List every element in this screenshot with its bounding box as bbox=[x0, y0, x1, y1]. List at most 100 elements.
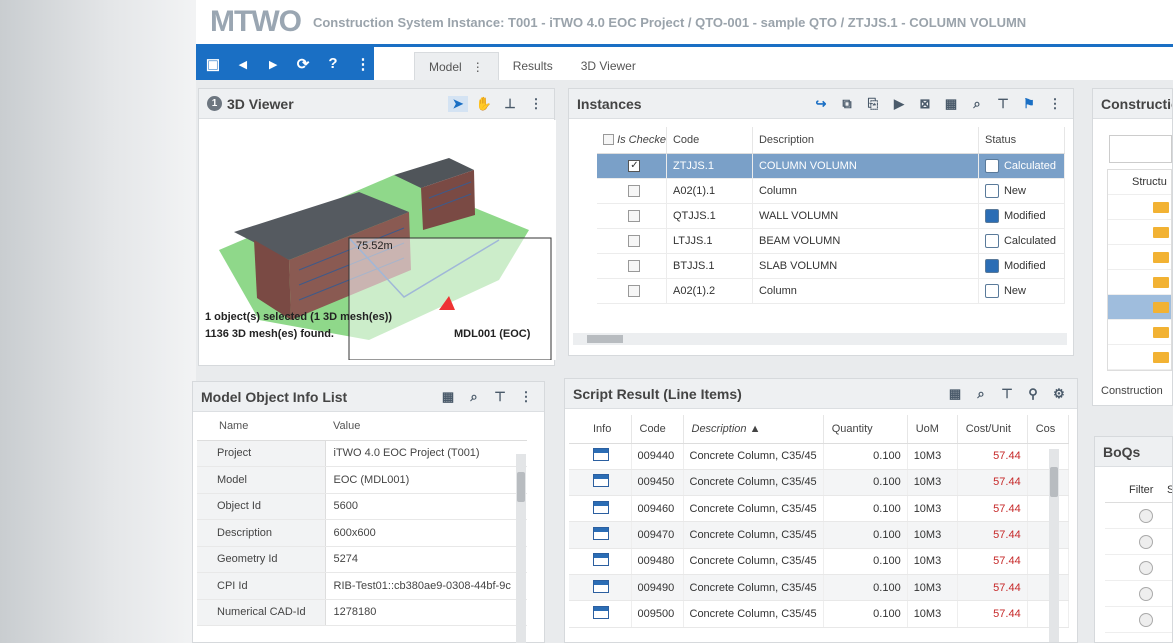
flag-icon[interactable]: ⚑ bbox=[1019, 96, 1039, 112]
filter-radio[interactable] bbox=[1139, 509, 1153, 523]
table-row[interactable]: QTJJS.1 WALL VOLUMN Modified bbox=[597, 203, 1066, 229]
line-item-info-icon[interactable] bbox=[593, 605, 609, 619]
line-item-info-icon[interactable] bbox=[593, 553, 609, 567]
pointer-icon[interactable]: ➤ bbox=[448, 95, 468, 112]
prev-icon[interactable]: ◂ bbox=[232, 55, 254, 73]
tree-row[interactable] bbox=[1108, 195, 1171, 220]
table-row[interactable]: Geometry Id 5274 bbox=[197, 546, 527, 573]
column-header-checked[interactable]: Is Checke bbox=[597, 127, 667, 154]
vertical-scrollbar[interactable] bbox=[516, 454, 526, 643]
table-row[interactable]: Description 600x600 bbox=[197, 519, 527, 547]
table-row[interactable]: Object Id 5600 bbox=[197, 493, 527, 520]
table-row[interactable]: A02(1).2 Column New bbox=[597, 278, 1066, 304]
paste-icon[interactable]: ⎘ bbox=[863, 96, 883, 112]
column-header-cost-unit[interactable]: Cost/Unit bbox=[957, 415, 1028, 444]
row-checkbox[interactable] bbox=[628, 184, 641, 197]
table-row[interactable]: BTJJS.1 SLAB VOLUMN Modified bbox=[597, 253, 1066, 279]
list-item[interactable] bbox=[1105, 529, 1172, 555]
row-checkbox[interactable] bbox=[628, 284, 641, 297]
column-header-filter[interactable]: Filter bbox=[1105, 484, 1153, 496]
row-checkbox[interactable] bbox=[628, 259, 641, 272]
column-header-info[interactable]: Info bbox=[569, 415, 632, 444]
tree-row[interactable] bbox=[1108, 295, 1171, 320]
tab-3d-viewer[interactable]: 3D Viewer bbox=[567, 52, 650, 80]
filter-radio[interactable] bbox=[1139, 613, 1153, 627]
horizontal-scrollbar[interactable] bbox=[573, 333, 1067, 345]
table-row[interactable]: 009500 Concrete Column, C35/45 0.100 10M3 57… bbox=[569, 600, 1070, 628]
scrollbar-thumb[interactable] bbox=[587, 335, 623, 343]
grid-icon[interactable]: ▦ bbox=[941, 96, 961, 112]
column-header-description[interactable]: Description ▲ bbox=[683, 415, 824, 444]
table-row[interactable]: 009470 Concrete Column, C35/45 0.100 10M3 57… bbox=[569, 521, 1070, 549]
column-header-quantity[interactable]: Quantity bbox=[823, 415, 908, 444]
tree-row[interactable] bbox=[1108, 245, 1171, 270]
line-item-info-icon[interactable] bbox=[593, 527, 609, 541]
paint-icon[interactable]: ⊤ bbox=[490, 389, 510, 405]
grid-icon[interactable]: ▦ bbox=[945, 386, 965, 402]
line-item-info-icon[interactable] bbox=[593, 474, 609, 488]
column-header-structure[interactable]: Structu bbox=[1108, 170, 1171, 195]
line-item-info-icon[interactable] bbox=[593, 500, 609, 514]
filter-radio[interactable] bbox=[1139, 535, 1153, 549]
next-icon[interactable]: ▸ bbox=[262, 55, 284, 73]
copy-icon[interactable]: ⧉ bbox=[837, 96, 857, 112]
instances-menu-icon[interactable]: ⋮ bbox=[1045, 96, 1065, 112]
search-grid-icon[interactable]: ⌕ bbox=[464, 389, 484, 405]
help-icon[interactable]: ? bbox=[322, 55, 344, 72]
delete-icon[interactable]: ⊠ bbox=[915, 96, 935, 112]
tree-row[interactable] bbox=[1108, 345, 1171, 370]
scrollbar-thumb[interactable] bbox=[1050, 467, 1058, 497]
more-icon[interactable]: ⋮ bbox=[352, 55, 374, 73]
column-header-cost[interactable]: Cos bbox=[1027, 415, 1070, 444]
redirect-icon[interactable]: ↪ bbox=[811, 96, 831, 112]
3d-viewport[interactable]: 75.52m 1 object(s) selected (1 3D mesh(e… bbox=[199, 120, 556, 360]
row-checkbox[interactable] bbox=[628, 209, 641, 222]
table-row[interactable]: Model EOC (MDL001) bbox=[197, 466, 527, 494]
table-row[interactable]: LTJJS.1 BEAM VOLUMN Calculated bbox=[597, 228, 1066, 254]
refresh-icon[interactable]: ⟳ bbox=[292, 55, 314, 73]
tab-results[interactable]: Results bbox=[499, 52, 567, 80]
pan-hand-icon[interactable]: ✋ bbox=[474, 96, 494, 112]
list-item[interactable] bbox=[1105, 503, 1172, 529]
viewer-menu-icon[interactable]: ⋮ bbox=[526, 96, 546, 112]
save-icon[interactable]: ▣ bbox=[202, 55, 224, 73]
paint-icon[interactable]: ⊤ bbox=[993, 96, 1013, 112]
paint-icon[interactable]: ⊤ bbox=[997, 386, 1017, 402]
table-row[interactable]: 009460 Concrete Column, C35/45 0.100 10M3 57… bbox=[569, 495, 1070, 523]
search-grid-icon[interactable]: ⌕ bbox=[971, 386, 991, 402]
tree-row[interactable] bbox=[1108, 270, 1171, 295]
section-icon[interactable]: ⊥ bbox=[500, 96, 520, 112]
table-row[interactable]: 009490 Concrete Column, C35/45 0.100 10M3 57… bbox=[569, 574, 1070, 602]
column-header-name[interactable]: Name bbox=[197, 412, 325, 441]
table-row[interactable]: 009440 Concrete Column, C35/45 0.100 10M3 57… bbox=[569, 443, 1070, 470]
grid-icon[interactable]: ▦ bbox=[438, 389, 458, 405]
list-item[interactable] bbox=[1105, 607, 1172, 633]
tree-row[interactable] bbox=[1108, 320, 1171, 345]
table-row[interactable]: CPI Id RIB-Test01::cb380ae9-0308-44bf-9c bbox=[197, 572, 527, 600]
scrollbar-thumb[interactable] bbox=[517, 472, 525, 502]
column-header-uom[interactable]: UoM bbox=[907, 415, 958, 444]
search-grid-icon[interactable]: ⌕ bbox=[967, 96, 987, 112]
search-icon[interactable]: ⚲ bbox=[1023, 386, 1043, 402]
column-header-status[interactable]: Status bbox=[978, 127, 1066, 154]
column-header-s[interactable]: S bbox=[1149, 484, 1172, 496]
select-all-checkbox[interactable] bbox=[603, 134, 614, 146]
row-checkbox[interactable] bbox=[628, 234, 641, 247]
execute-icon[interactable]: ▶ bbox=[889, 96, 909, 112]
filter-radio[interactable] bbox=[1139, 587, 1153, 601]
list-item[interactable] bbox=[1105, 581, 1172, 607]
table-row[interactable]: A02(1).1 Column New bbox=[597, 178, 1066, 204]
tab-menu-icon[interactable]: ⋮ bbox=[472, 60, 484, 74]
model-info-menu-icon[interactable]: ⋮ bbox=[516, 389, 536, 405]
tab-model[interactable]: Model ⋮ bbox=[414, 52, 499, 80]
column-header-description[interactable]: Description bbox=[752, 127, 979, 154]
column-header-value[interactable]: Value bbox=[325, 412, 527, 441]
table-row[interactable]: 009480 Concrete Column, C35/45 0.100 10M3 57… bbox=[569, 548, 1070, 575]
table-row[interactable]: ✓ ZTJJS.1 COLUMN VOLUMN Calculated bbox=[597, 153, 1066, 179]
line-item-info-icon[interactable] bbox=[593, 579, 609, 593]
table-row[interactable]: Project iTWO 4.0 EOC Project (T001) bbox=[197, 440, 527, 467]
table-row[interactable]: 009450 Concrete Column, C35/45 0.100 10M3 57… bbox=[569, 469, 1070, 497]
row-checkbox[interactable]: ✓ bbox=[628, 159, 641, 172]
column-header-code[interactable]: Code bbox=[631, 415, 684, 444]
filter-radio[interactable] bbox=[1139, 561, 1153, 575]
